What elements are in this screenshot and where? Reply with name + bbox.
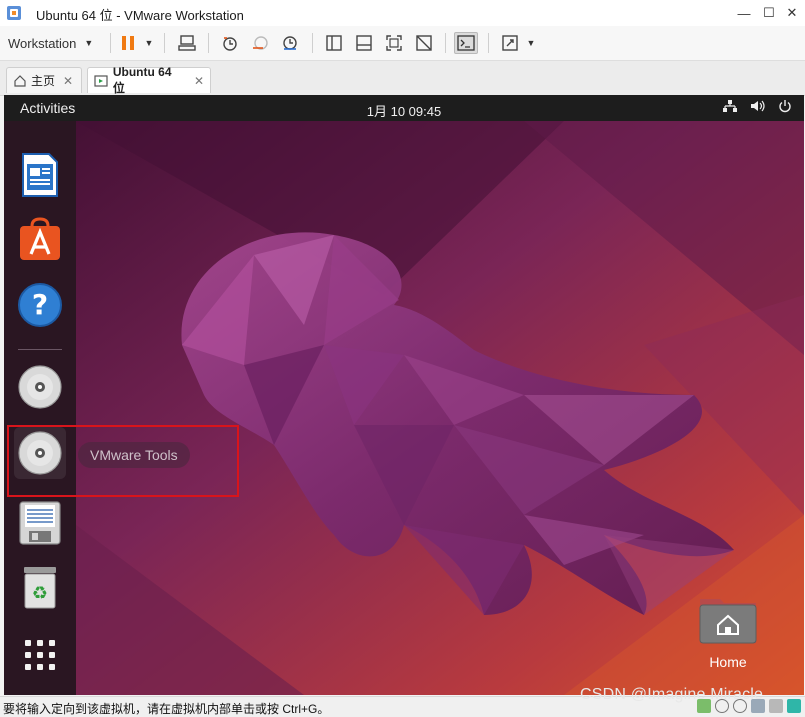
- toolbar: Workstation ▼ ▼ ▼: [0, 26, 805, 61]
- stretch-icon: [502, 35, 518, 51]
- cdrom-icon: [18, 365, 62, 409]
- view-thumbnail-button[interactable]: [353, 32, 375, 54]
- home-folder-label[interactable]: Home: [688, 654, 768, 670]
- workstation-menu-label: Workstation: [8, 35, 77, 51]
- toolbar-divider: [488, 33, 489, 53]
- view-thumbnail-icon: [356, 35, 372, 51]
- chevron-down-icon: ▼: [144, 38, 154, 48]
- dock-floppy[interactable]: [14, 497, 66, 549]
- fullscreen-button[interactable]: [383, 32, 405, 54]
- tab-bar: 主页 ✕ Ubuntu 64 位 ✕: [0, 61, 805, 96]
- app-grid-icon: [25, 640, 55, 670]
- tab-home[interactable]: 主页 ✕: [6, 67, 82, 93]
- vmware-app-icon: [7, 6, 21, 20]
- dock-libreoffice-writer[interactable]: [14, 149, 66, 201]
- toolbar-divider: [445, 33, 446, 53]
- watermark: CSDN @Imagine Miracle: [580, 686, 764, 703]
- dock-divider: [18, 349, 62, 350]
- toolbar-divider: [312, 33, 313, 53]
- console-icon: [457, 35, 475, 51]
- dock-help[interactable]: ?: [14, 279, 66, 331]
- snapshot-manager-icon: [283, 36, 297, 50]
- snapshot-take-button[interactable]: [219, 32, 241, 54]
- close-tab-icon[interactable]: ✕: [63, 74, 73, 88]
- svg-text:?: ?: [32, 288, 48, 321]
- minimize-icon: —: [737, 5, 751, 21]
- vm-message-icon[interactable]: [787, 699, 801, 713]
- home-icon: [14, 74, 26, 87]
- stretch-dropdown[interactable]: ▼: [525, 32, 537, 54]
- close-button[interactable]: ✕: [779, 2, 805, 24]
- fullscreen-icon: [386, 35, 402, 51]
- tab-home-label: 主页: [31, 74, 56, 88]
- dock-app-grid[interactable]: [14, 629, 66, 681]
- toolbar-divider: [110, 33, 111, 53]
- close-icon: ✕: [786, 5, 798, 20]
- pause-icon: [122, 36, 134, 50]
- ubuntu-top-bar: Activities 1月 10 09:45: [4, 95, 804, 121]
- stretch-button[interactable]: [499, 32, 521, 54]
- send-keys-button[interactable]: [176, 32, 198, 54]
- close-tab-icon[interactable]: ✕: [194, 74, 204, 88]
- snapshot-revert-button[interactable]: [249, 32, 271, 54]
- home-folder-icon[interactable]: [698, 591, 758, 645]
- toolbar-divider: [208, 33, 209, 53]
- workstation-menu[interactable]: Workstation ▼: [8, 32, 93, 54]
- status-message: 要将输入定向到该虚拟机，请在虚拟机内部单击或按 Ctrl+G。: [3, 702, 330, 716]
- chevron-down-icon: ▼: [526, 38, 536, 48]
- maximize-icon: ☐: [763, 5, 775, 20]
- ubuntu-wallpaper: [4, 95, 804, 695]
- libreoffice-writer-icon: [22, 153, 58, 197]
- volume-icon[interactable]: [750, 99, 766, 113]
- toolbar-divider: [164, 33, 165, 53]
- view-sidebar-icon: [326, 35, 342, 51]
- console-view-button[interactable]: [454, 32, 478, 54]
- unity-button[interactable]: [413, 32, 435, 54]
- ubuntu-dock: ? ♻: [4, 121, 76, 695]
- floppy-icon: [19, 501, 61, 545]
- highlight-annotation-box: [7, 425, 239, 497]
- tab-ubuntu[interactable]: Ubuntu 64 位 ✕: [87, 65, 211, 95]
- dock-trash[interactable]: ♻: [14, 561, 66, 613]
- clock[interactable]: 1月 10 09:45: [4, 101, 804, 120]
- snapshot-take-icon: [223, 37, 237, 51]
- svg-text:♻: ♻: [32, 583, 48, 604]
- vm-display[interactable]: Activities 1月 10 09:45 ? ♻ VMware Tools …: [4, 95, 804, 695]
- help-icon: ?: [18, 283, 62, 327]
- snapshot-revert-icon: [253, 36, 268, 50]
- usb-status-icon[interactable]: [769, 699, 783, 713]
- pause-button[interactable]: [118, 32, 138, 54]
- window-titlebar: Ubuntu 64 位 - VMware Workstation — ☐ ✕: [0, 0, 805, 27]
- system-tray[interactable]: [722, 99, 792, 113]
- snapshot-manager-button[interactable]: [279, 32, 301, 54]
- dock-app-center[interactable]: [14, 213, 66, 265]
- dock-cdrom[interactable]: [14, 361, 66, 413]
- send-keys-icon: [178, 35, 196, 51]
- unity-icon: [416, 35, 432, 51]
- network-icon[interactable]: [722, 99, 738, 113]
- chevron-down-icon: ▼: [84, 38, 94, 48]
- trash-icon: ♻: [24, 567, 56, 609]
- window-title: Ubuntu 64 位 - VMware Workstation: [36, 8, 244, 23]
- pause-dropdown[interactable]: ▼: [143, 32, 155, 54]
- app-center-icon: [20, 217, 60, 260]
- power-icon[interactable]: [778, 99, 792, 113]
- view-sidebar-button[interactable]: [323, 32, 345, 54]
- vm-icon: [94, 74, 108, 87]
- tab-ubuntu-label: Ubuntu 64 位: [112, 65, 172, 95]
- minimize-button[interactable]: —: [731, 2, 757, 24]
